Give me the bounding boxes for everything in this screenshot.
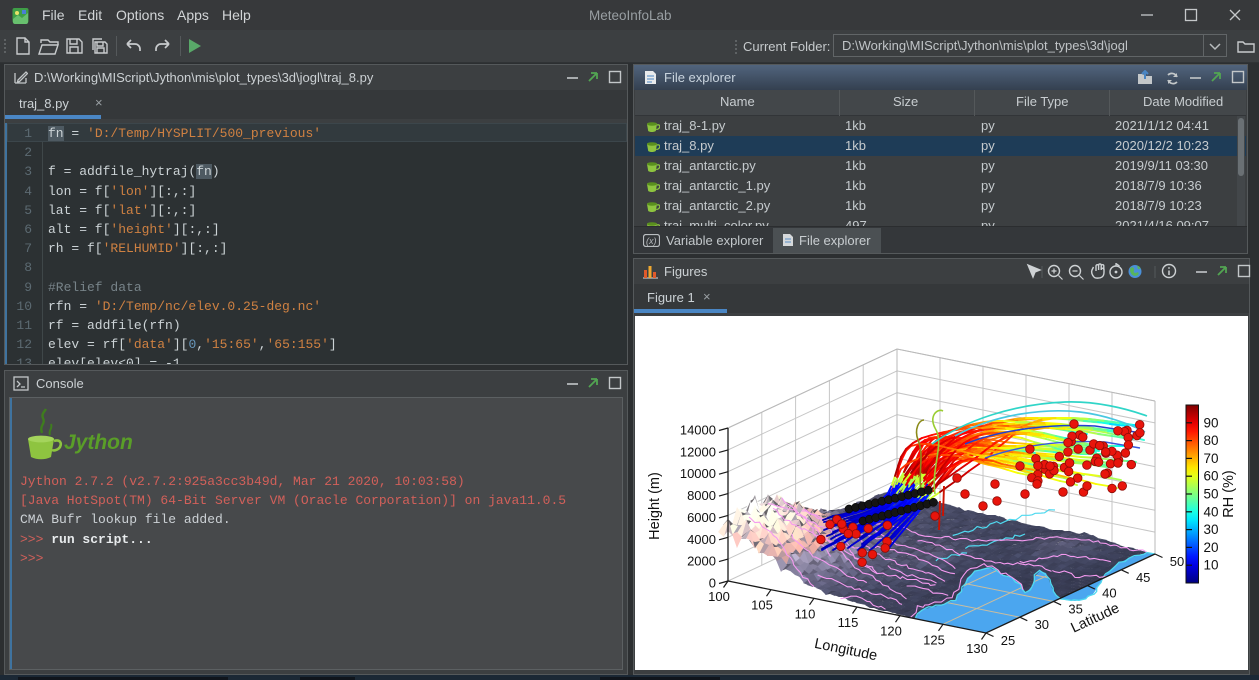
svg-text:70: 70 bbox=[1204, 451, 1219, 466]
svg-text:110: 110 bbox=[795, 606, 816, 621]
svg-text:Jython: Jython bbox=[64, 431, 133, 454]
svg-text:40: 40 bbox=[1102, 586, 1116, 601]
svg-text:50: 50 bbox=[1204, 487, 1219, 502]
svg-text:100: 100 bbox=[708, 589, 730, 604]
svg-text:35: 35 bbox=[1068, 601, 1082, 616]
svg-text:4000: 4000 bbox=[687, 532, 716, 547]
svg-text:25: 25 bbox=[1001, 633, 1015, 648]
svg-text:80: 80 bbox=[1204, 433, 1219, 448]
svg-text:125: 125 bbox=[923, 632, 945, 647]
svg-text:105: 105 bbox=[751, 598, 773, 613]
svg-text:40: 40 bbox=[1204, 504, 1219, 519]
svg-text:10: 10 bbox=[1204, 558, 1219, 573]
svg-text:RH (%): RH (%) bbox=[1221, 470, 1237, 518]
svg-text:45: 45 bbox=[1136, 570, 1150, 585]
svg-text:30: 30 bbox=[1204, 522, 1219, 537]
svg-text:2000: 2000 bbox=[687, 554, 716, 569]
svg-text:60: 60 bbox=[1204, 469, 1219, 484]
svg-text:10000: 10000 bbox=[680, 466, 716, 481]
svg-text:6000: 6000 bbox=[687, 510, 716, 525]
svg-text:12000: 12000 bbox=[680, 444, 716, 459]
svg-text:30: 30 bbox=[1035, 617, 1049, 632]
svg-text:(x): (x) bbox=[646, 236, 657, 246]
svg-text:115: 115 bbox=[838, 615, 859, 630]
svg-text:130: 130 bbox=[966, 641, 988, 656]
svg-text:50: 50 bbox=[1170, 554, 1184, 569]
svg-text:90: 90 bbox=[1204, 415, 1219, 430]
svg-text:8000: 8000 bbox=[687, 488, 716, 503]
svg-text:120: 120 bbox=[880, 624, 902, 639]
svg-text:Height (m): Height (m) bbox=[647, 472, 663, 540]
svg-text:20: 20 bbox=[1204, 540, 1219, 555]
svg-text:14000: 14000 bbox=[680, 423, 716, 438]
